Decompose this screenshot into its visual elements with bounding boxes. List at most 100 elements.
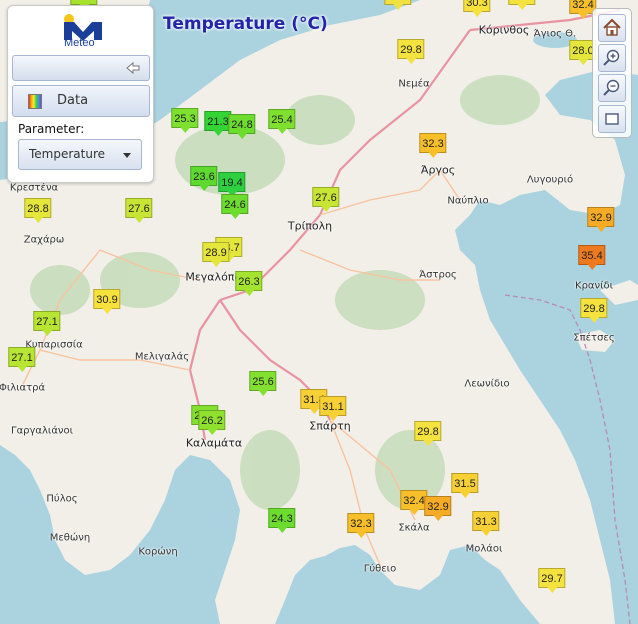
marker-pointer <box>276 527 287 533</box>
station-marker[interactable]: 32.9 <box>587 207 615 232</box>
marker-pointer <box>480 530 491 536</box>
place-label: Πύλος <box>46 493 78 505</box>
station-marker[interactable]: 19.4 <box>218 172 246 197</box>
station-marker[interactable]: 28.9 <box>202 242 230 267</box>
station-value: 24.3 <box>271 513 293 525</box>
marker-pointer <box>588 317 599 323</box>
collapse-arrow-icon <box>126 61 140 75</box>
zoom-out-button[interactable] <box>598 74 626 102</box>
station-marker[interactable]: 25.6 <box>249 371 277 396</box>
station-marker[interactable]: 35.4 <box>578 245 606 270</box>
station-value: 35.4 <box>581 250 603 262</box>
place-label: Κορώνη <box>138 546 178 558</box>
marker-pointer <box>101 308 112 314</box>
station-value: 26.2 <box>201 415 223 427</box>
station-value: 30.3 <box>466 0 488 9</box>
station-marker[interactable]: 32.3 <box>347 513 375 538</box>
marker-pointer <box>41 330 52 336</box>
station-value: 25.6 <box>252 376 274 388</box>
station-marker[interactable]: 27.6 <box>125 198 153 223</box>
station-marker[interactable]: 31.5 <box>451 473 479 498</box>
place-label: Σκάλα <box>398 522 430 534</box>
station-value: 32.3 <box>350 518 372 530</box>
marker-pointer <box>212 130 223 136</box>
station-marker[interactable]: 25.4 <box>268 109 296 134</box>
station-marker[interactable]: 25.3 <box>171 108 199 133</box>
station-marker[interactable]: 24.8 <box>228 114 256 139</box>
place-label: Μελιγαλάς <box>134 351 190 363</box>
station-marker[interactable]: 30.9 <box>93 289 121 314</box>
station-marker[interactable]: 27.6 <box>312 187 340 212</box>
station-value: 30.9 <box>96 294 118 306</box>
station-value: 27.6 <box>315 192 337 204</box>
station-marker[interactable]: 29.8 <box>397 39 425 64</box>
station-marker[interactable]: 29.0 <box>384 0 412 10</box>
station-marker[interactable]: 29.6 <box>508 0 536 10</box>
marker-pointer <box>133 217 144 223</box>
station-value: 31.3 <box>475 516 497 528</box>
place-label: Ζαχάρω <box>23 234 65 246</box>
marker-pointer <box>276 128 287 134</box>
station-value: 31.5 <box>454 478 476 490</box>
station-marker[interactable]: 26.3 <box>235 271 263 296</box>
station-marker[interactable]: 26.2 <box>198 410 226 435</box>
zoom-in-button[interactable] <box>598 44 626 72</box>
station-value: 32.4 <box>403 495 425 507</box>
marker-pointer <box>427 152 438 158</box>
station-marker[interactable]: 24.3 <box>268 508 296 533</box>
marker-pointer <box>546 587 557 593</box>
place-label: Κρεστένα <box>9 182 59 194</box>
place-label: Άργος <box>420 163 456 177</box>
marker-pointer <box>586 264 597 270</box>
place-label: Σπέτσες <box>573 332 615 344</box>
station-value: 31.1 <box>322 401 344 413</box>
data-tab[interactable]: Data <box>12 85 150 117</box>
home-icon <box>603 18 621 36</box>
marker-pointer <box>257 390 268 396</box>
place-label: Φιλιατρά <box>0 382 46 394</box>
station-value: 27.1 <box>36 316 58 328</box>
marker-pointer <box>577 59 588 65</box>
station-marker[interactable]: 29.8 <box>414 421 442 446</box>
station-marker[interactable]: 30.3 <box>463 0 491 17</box>
station-value: 32.9 <box>427 501 449 513</box>
place-label: Κόρινθος <box>478 23 530 37</box>
station-marker[interactable]: 32.9 <box>424 496 452 521</box>
station-marker[interactable]: 31.3 <box>472 511 500 536</box>
station-value: 29.0 <box>387 0 408 2</box>
place-label: Μεθώνη <box>49 532 91 544</box>
home-button[interactable] <box>598 14 626 42</box>
place-label: Νεμέα <box>398 78 430 90</box>
station-marker[interactable]: 23.6 <box>190 166 218 191</box>
panel-collapse-bar[interactable] <box>12 55 150 81</box>
station-marker[interactable]: 29.7 <box>538 568 566 593</box>
station-value: 29.8 <box>417 426 439 438</box>
marker-pointer <box>432 515 443 521</box>
station-value: 27.6 <box>128 203 150 215</box>
marker-pointer <box>459 492 470 498</box>
station-value: 27.1 <box>11 352 33 364</box>
station-marker[interactable]: 32.3 <box>419 133 447 158</box>
logo-text: Meteo <box>64 37 95 49</box>
marker-pointer <box>210 261 221 267</box>
station-marker[interactable]: 31.1 <box>319 396 347 421</box>
station-marker[interactable]: 27.1 <box>33 311 61 336</box>
station-value: 29.6 <box>511 0 532 2</box>
marker-pointer <box>32 217 43 223</box>
station-marker[interactable]: 27.1 <box>8 347 36 372</box>
station-value: 32.3 <box>422 138 444 150</box>
chevron-down-icon <box>123 153 131 158</box>
place-label: Τρίπολη <box>287 219 333 233</box>
marker-pointer <box>408 509 419 515</box>
station-marker[interactable]: 29.8 <box>580 298 608 323</box>
marker-pointer <box>320 206 331 212</box>
station-value: 24.6 <box>224 199 246 211</box>
station-marker[interactable]: 28.8 <box>24 198 52 223</box>
station-value: 29.8 <box>400 44 422 56</box>
zoom-in-icon <box>603 49 620 66</box>
station-marker[interactable]: 24.6 <box>221 194 249 219</box>
station-value: 23.6 <box>193 171 215 183</box>
marker-pointer <box>577 13 588 19</box>
parameter-select[interactable]: Temperature <box>18 139 142 170</box>
zoom-extent-button[interactable] <box>598 105 626 133</box>
